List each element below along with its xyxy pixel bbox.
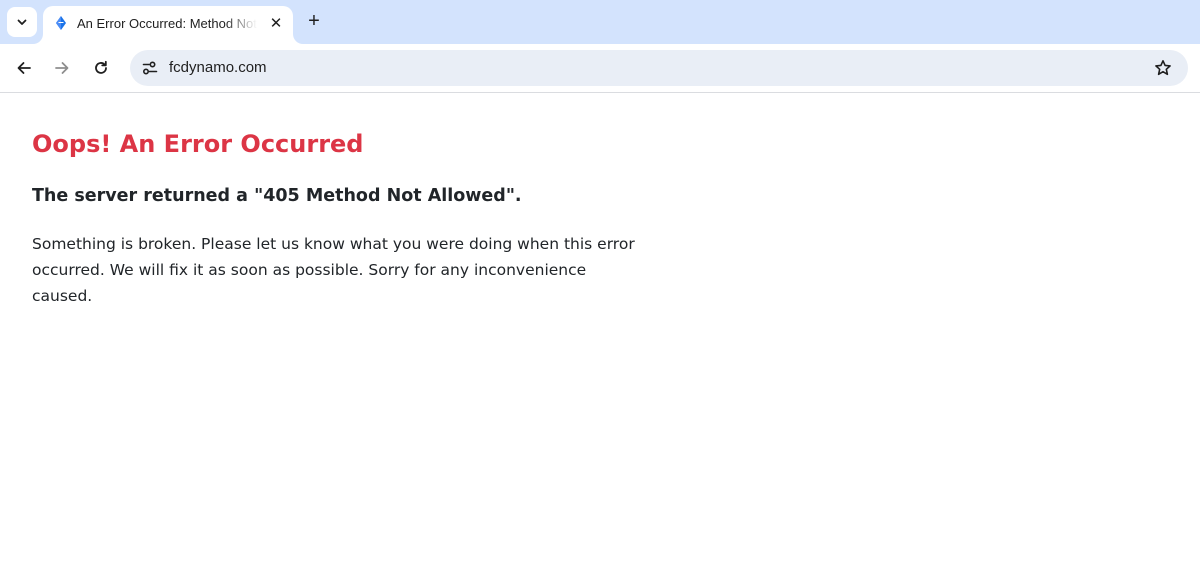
diamond-favicon-icon xyxy=(56,16,66,30)
browser-tab[interactable]: An Error Occurred: Method Not Allowed ✕ xyxy=(43,6,293,44)
arrow-right-icon xyxy=(55,62,69,74)
bookmark-button[interactable] xyxy=(1150,55,1176,81)
tab-search-button[interactable] xyxy=(7,7,37,37)
error-subtitle: The server returned a "405 Method Not Al… xyxy=(32,186,522,206)
url-text[interactable]: fcdynamo.com xyxy=(169,59,267,77)
error-title: Oops! An Error Occurred xyxy=(32,130,364,158)
site-info-button[interactable] xyxy=(136,54,164,82)
forward-button[interactable] xyxy=(46,52,78,84)
arrow-left-icon xyxy=(17,62,31,74)
browser-toolbar: fcdynamo.com xyxy=(0,44,1200,93)
tune-icon xyxy=(142,61,158,75)
reload-icon xyxy=(95,60,107,74)
reload-button[interactable] xyxy=(85,52,117,84)
new-tab-button[interactable]: + xyxy=(300,7,328,35)
tab-title: An Error Occurred: Method Not Allowed xyxy=(77,16,257,31)
back-button[interactable] xyxy=(8,52,40,84)
star-outline-icon xyxy=(1155,60,1171,76)
error-message: Something is broken. Please let us know … xyxy=(32,235,635,305)
chevron-down-icon xyxy=(17,19,27,25)
address-bar[interactable]: fcdynamo.com xyxy=(130,50,1188,86)
tab-strip: An Error Occurred: Method Not Allowed ✕ … xyxy=(0,0,1200,44)
tab-close-button[interactable]: ✕ xyxy=(265,12,287,34)
